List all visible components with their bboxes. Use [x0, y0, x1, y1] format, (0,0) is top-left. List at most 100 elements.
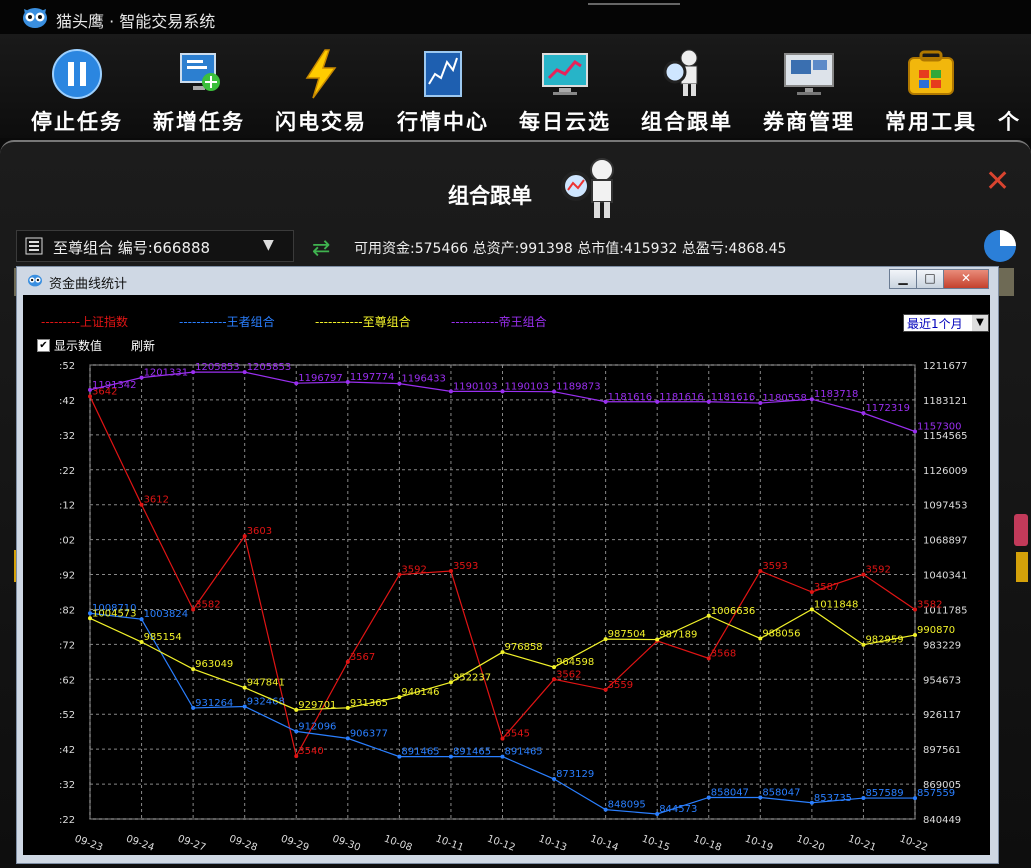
- data-label: 1196433: [401, 374, 446, 385]
- data-label: 1181616: [711, 392, 756, 403]
- maximize-button[interactable]: □: [916, 269, 944, 289]
- right-tick-label: 897561: [923, 745, 961, 756]
- pie-chart-icon[interactable]: [984, 230, 1016, 262]
- magnifier-robot-icon: [661, 48, 713, 100]
- window-drag-handle[interactable]: [588, 3, 680, 5]
- data-label: 988056: [762, 628, 800, 639]
- panel-title: 组合跟单: [448, 184, 532, 208]
- data-label: 3582: [195, 599, 220, 610]
- data-label: 940146: [401, 687, 439, 698]
- left-tick-label: :42: [59, 745, 75, 756]
- data-label: 3582: [917, 599, 942, 610]
- x-tick-label: 09-30: [331, 833, 362, 853]
- market-center-button[interactable]: 行情中心: [388, 48, 498, 136]
- data-label: 952237: [453, 672, 491, 683]
- pause-icon: [51, 48, 103, 100]
- data-label: 3587: [814, 582, 839, 593]
- data-label: 3545: [505, 729, 530, 740]
- data-label: 990870: [917, 625, 955, 636]
- right-tick-label: 1126009: [923, 466, 968, 477]
- data-label: 891465: [453, 747, 491, 758]
- data-label: 3592: [401, 565, 426, 576]
- x-tick-label: 09-27: [176, 833, 207, 853]
- x-tick-label: 09-29: [279, 833, 310, 853]
- minimize-button[interactable]: ▁: [889, 269, 917, 289]
- daily-cloud-pick-button[interactable]: 每日云选: [510, 48, 620, 136]
- x-tick-label: 10-13: [537, 833, 568, 853]
- x-tick-label: 10-18: [692, 833, 723, 853]
- left-tick-label: :82: [59, 605, 75, 616]
- left-tick-label: :52: [59, 710, 75, 721]
- owl-logo-icon: [23, 8, 47, 28]
- monitor-trend-icon: [539, 48, 591, 100]
- left-tick-label: :52: [59, 361, 75, 372]
- data-label: 3592: [865, 565, 890, 576]
- data-label: 929701: [298, 700, 336, 711]
- left-tick-label: :62: [59, 675, 75, 686]
- data-label: 1004573: [92, 608, 137, 619]
- data-label: 848095: [608, 800, 646, 811]
- data-label: 1183718: [814, 389, 859, 400]
- data-label: 963049: [195, 659, 233, 670]
- data-label: 857589: [865, 788, 903, 799]
- main-toolbar: 停止任务 新增任务 闪电交易 行情中心 每日云选 组合跟单 券商管理 常用工具 …: [0, 34, 1031, 138]
- data-label: 1172319: [865, 403, 910, 414]
- data-label: 964598: [556, 657, 594, 668]
- data-label: 987189: [659, 630, 697, 641]
- x-tick-label: 10-08: [382, 833, 413, 853]
- equity-curve-window: 资金曲线统计 ▁ □ ✕ ---------上证指数 -----------王者…: [16, 266, 999, 864]
- x-tick-label: 09-24: [125, 833, 156, 853]
- data-label: 1006636: [711, 606, 756, 617]
- personal-button[interactable]: 个: [998, 48, 1031, 136]
- close-button[interactable]: ✕: [943, 269, 989, 289]
- x-tick-label: 10-14: [589, 833, 620, 853]
- x-tick-label: 10-11: [434, 833, 465, 853]
- portfolio-follow-button[interactable]: 组合跟单: [632, 48, 742, 136]
- data-label: 947841: [247, 678, 285, 689]
- left-tick-label: :92: [59, 571, 75, 582]
- broker-management-button[interactable]: 券商管理: [754, 48, 864, 136]
- data-label: 985154: [144, 632, 182, 643]
- x-tick-label: 10-15: [640, 833, 671, 853]
- data-label: 1201331: [144, 368, 189, 379]
- data-label: 1011848: [814, 599, 859, 610]
- x-tick-label: 09-23: [73, 833, 104, 853]
- app-titlebar: 猫头鹰 · 智能交易系统: [0, 0, 1031, 34]
- lightning-icon: [295, 48, 347, 100]
- equity-line-chart: 1211677:521183121:421154565:321126009:22…: [59, 361, 968, 854]
- data-label: 976858: [505, 642, 543, 653]
- data-label: 1197774: [350, 372, 395, 383]
- data-label: 891465: [401, 747, 439, 758]
- data-label: 3567: [350, 652, 375, 663]
- data-label: 858047: [762, 787, 800, 798]
- portfolio-select[interactable]: 至尊组合 编号:666888 ▼: [16, 230, 294, 262]
- left-tick-label: :72: [59, 640, 75, 651]
- data-label: 1205853: [247, 362, 292, 373]
- broker-screen-icon: [783, 48, 835, 100]
- data-label: 1190103: [453, 381, 498, 392]
- chart-area: ---------上证指数 -----------王者组合 ----------…: [23, 295, 990, 855]
- left-tick-label: :22: [59, 466, 75, 477]
- data-label: 1181616: [659, 392, 704, 403]
- account-stats: 可用资金:575466 总资产:991398 总市值:415932 总盈亏:48…: [354, 241, 787, 257]
- refresh-icon[interactable]: ⇄: [312, 236, 330, 261]
- right-tick-label: 840449: [923, 815, 961, 826]
- data-label: 1191342: [92, 380, 137, 391]
- data-label: 857559: [917, 788, 955, 799]
- x-tick-label: 10-12: [485, 833, 516, 853]
- flash-trade-button[interactable]: 闪电交易: [266, 48, 376, 136]
- x-tick-label: 10-22: [898, 833, 929, 853]
- data-label: 3593: [453, 561, 478, 572]
- close-panel-icon[interactable]: ✕: [985, 164, 1010, 199]
- data-label: 1180558: [762, 393, 807, 404]
- right-tick-label: 1068897: [923, 536, 968, 547]
- data-label: 906377: [350, 728, 388, 739]
- common-tools-button[interactable]: 常用工具: [876, 48, 986, 136]
- data-label: 1157300: [917, 422, 962, 433]
- chevron-down-icon: ▼: [263, 237, 274, 253]
- x-tick-label: 10-21: [846, 833, 877, 853]
- stop-task-button[interactable]: 停止任务: [22, 48, 132, 136]
- market-chart-icon: [417, 48, 469, 100]
- add-task-button[interactable]: 新增任务: [144, 48, 254, 136]
- data-label: 1190103: [505, 381, 550, 392]
